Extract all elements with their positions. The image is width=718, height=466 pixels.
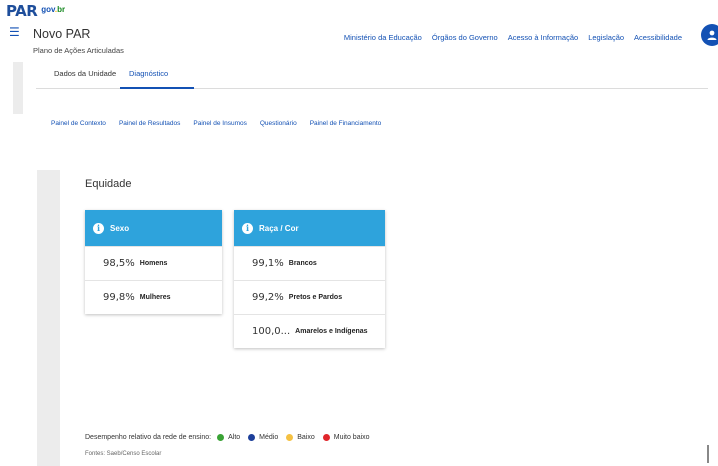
app-subtitle: Plano de Ações Articuladas — [33, 46, 124, 55]
card-header-raca-cor: i Raça / Cor — [234, 210, 385, 246]
legend-label: Muito baixo — [333, 434, 370, 441]
section-title: Equidade — [85, 178, 132, 190]
panel-subtabs: Painel de Contexto Painel de Resultados … — [51, 120, 381, 127]
legend-dot-muito-baixo — [322, 434, 330, 441]
row-value: 98,5% — [103, 258, 135, 269]
subtab-painel-contexto[interactable]: Painel de Contexto — [51, 120, 106, 127]
panel-side-strip — [37, 170, 60, 466]
legend-title: Desempenho relativo da rede de ensino: — [85, 434, 212, 441]
row-value: 99,8% — [103, 292, 135, 303]
row-label: Brancos — [288, 260, 317, 267]
subtab-questionario[interactable]: Questionário — [260, 120, 297, 127]
info-icon[interactable]: i — [242, 222, 253, 234]
nav-link-orgaos[interactable]: Órgãos do Governo — [432, 33, 498, 42]
card-row: 99,2% Pretos e Pardos — [234, 280, 385, 314]
legend-item-alto: Alto — [217, 434, 240, 441]
card-sexo: i Sexo 98,5% Homens 99,8% Mulheres — [85, 210, 222, 314]
hamburger-icon[interactable]: ☰ — [9, 26, 20, 38]
row-label: Homens — [139, 260, 168, 267]
legend-label: Baixo — [297, 434, 315, 441]
subtab-painel-financiamento[interactable]: Painel de Financiamento — [310, 120, 382, 127]
row-label: Amarelos e Indígenas — [295, 328, 368, 335]
legend-item-medio: Médio — [248, 434, 278, 441]
main-tabs: Dados da Unidade Diagnóstico — [36, 62, 708, 89]
tab-diagnostico[interactable]: Diagnóstico — [129, 69, 168, 78]
card-row: 99,1% Brancos — [234, 246, 385, 280]
subtab-painel-resultados[interactable]: Painel de Resultados — [119, 120, 180, 127]
performance-legend: Desempenho relativo da rede de ensino: A… — [85, 434, 378, 441]
card-title: Raça / Cor — [259, 223, 299, 233]
nav-link-acessibilidade[interactable]: Acessibilidade — [634, 33, 682, 42]
card-raca-cor: i Raça / Cor 99,1% Brancos 99,2% Pretos … — [234, 210, 385, 348]
user-icon — [707, 30, 717, 40]
data-source: Fontes: Saeb/Censo Escolar — [85, 451, 162, 457]
nav-link-legislacao[interactable]: Legislação — [588, 33, 624, 42]
subtab-painel-insumos[interactable]: Painel de Insumos — [193, 120, 246, 127]
nav-link-ministerio[interactable]: Ministério da Educação — [344, 33, 422, 42]
row-label: Pretos e Pardos — [288, 294, 343, 301]
tab-dados-unidade[interactable]: Dados da Unidade — [54, 69, 116, 78]
row-value: 99,2% — [252, 292, 284, 303]
card-row: 98,5% Homens — [85, 246, 222, 280]
row-value: 99,1% — [252, 258, 284, 269]
scrollbar[interactable] — [707, 445, 709, 463]
legend-dot-alto — [217, 434, 225, 441]
legend-item-muito-baixo: Muito baixo — [322, 434, 370, 441]
card-title: Sexo — [110, 223, 130, 233]
card-header-sexo: i Sexo — [85, 210, 222, 246]
legend-label: Alto — [228, 434, 241, 441]
legend-label: Médio — [259, 434, 279, 441]
legend-dot-medio — [248, 434, 256, 441]
legend-item-baixo: Baixo — [286, 434, 315, 441]
legend-dot-baixo — [286, 434, 294, 441]
govbr-logo: gov.br — [41, 5, 66, 14]
card-row: 100,0... Amarelos e Indígenas — [234, 314, 385, 348]
user-avatar[interactable] — [701, 24, 718, 46]
info-icon[interactable]: i — [93, 222, 104, 234]
active-tab-indicator — [120, 87, 194, 89]
logo-par-text: PAR — [6, 2, 38, 20]
par-logo[interactable]: PAR gov.br — [6, 2, 65, 20]
card-row: 99,8% Mulheres — [85, 280, 222, 314]
top-navigation: Ministério da Educação Órgãos do Governo… — [344, 33, 682, 42]
row-label: Mulheres — [139, 294, 171, 301]
side-strip — [13, 62, 23, 114]
row-value: 100,0... — [252, 326, 291, 337]
nav-link-acesso-informacao[interactable]: Acesso à Informação — [508, 33, 578, 42]
app-title: Novo PAR — [33, 27, 91, 41]
